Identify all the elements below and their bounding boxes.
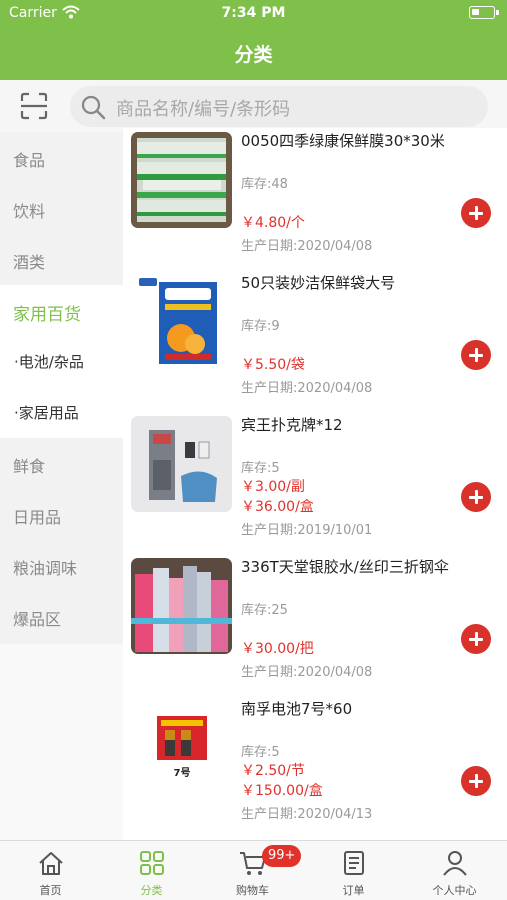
product-stock: 库存:9 — [241, 319, 280, 334]
status-bar: Carrier 7:34 PM — [0, 0, 507, 28]
order-icon — [344, 851, 364, 875]
product-card[interactable]: 336T天堂银胶水/丝印三折钢伞 库存:25 ￥30.00/把 生产日期:202… — [123, 554, 507, 696]
product-date: 生产日期:2019/10/01 — [241, 523, 373, 538]
category-label: 食品 — [13, 151, 46, 170]
category-item-fresh[interactable]: 鲜食 — [0, 438, 123, 489]
search-placeholder: 商品名称/编号/条形码 — [116, 99, 291, 120]
search-row: 商品名称/编号/条形码 — [0, 80, 507, 132]
category-label: 酒类 — [13, 253, 46, 272]
scan-icon[interactable] — [20, 92, 48, 120]
category-item-household[interactable]: 家用百货 — [0, 285, 123, 336]
category-label: 粮油调味 — [13, 559, 78, 578]
header-bar: Carrier 7:34 PM 分类 — [0, 0, 507, 80]
category-item-drinks[interactable]: 饮料 — [0, 183, 123, 234]
sidebar-empty-area — [0, 644, 123, 840]
bottom-tab-bar: 首页 分类 99+ 购物车 订单 个人中心 — [0, 840, 507, 900]
grid-icon — [140, 851, 164, 875]
product-price: ￥2.50/节 — [241, 763, 305, 779]
subcategory-label: ·家居用品 — [14, 404, 79, 422]
subcategory-label: ·电池/杂品 — [14, 353, 84, 371]
add-to-cart-button[interactable] — [461, 624, 491, 654]
product-stock: 库存:48 — [241, 177, 288, 192]
svg-text:7号: 7号 — [174, 767, 191, 779]
tab-orders[interactable]: 订单 — [303, 841, 404, 900]
add-to-cart-button[interactable] — [461, 766, 491, 796]
tab-category[interactable]: 分类 — [101, 841, 202, 900]
category-sidebar: 食品 饮料 酒类 家用百货 ·电池/杂品 ·家居用品 鲜食 日用品 粮油调味 爆… — [0, 132, 123, 644]
product-stock: 库存:5 — [241, 461, 280, 476]
category-item-food[interactable]: 食品 — [0, 132, 123, 183]
product-date: 生产日期:2020/04/08 — [241, 665, 373, 680]
tab-home[interactable]: 首页 — [0, 841, 101, 900]
product-box-price: ￥150.00/盒 — [241, 783, 323, 799]
product-name: 宾王扑克牌*12 — [241, 416, 343, 434]
category-label: 爆品区 — [13, 610, 62, 629]
product-box-price: ￥36.00/盒 — [241, 499, 314, 515]
product-stock: 库存:5 — [241, 745, 280, 760]
product-card[interactable]: 0050四季绿康保鲜膜30*30米 库存:48 ￥4.80/个 生产日期:202… — [123, 128, 507, 270]
category-item-daily[interactable]: 日用品 — [0, 489, 123, 540]
person-icon — [443, 851, 467, 876]
product-name: 南孚电池7号*60 — [241, 700, 353, 718]
product-image-batteries: 7号 — [131, 700, 232, 796]
cart-count-badge: 99+ — [262, 845, 302, 867]
tab-label: 首页 — [39, 884, 62, 897]
category-label: 家用百货 — [13, 305, 81, 325]
category-label: 日用品 — [13, 508, 62, 527]
product-date: 生产日期:2020/04/13 — [241, 807, 373, 822]
product-date: 生产日期:2020/04/08 — [241, 239, 373, 254]
product-name: 0050四季绿康保鲜膜30*30米 — [241, 132, 445, 150]
product-date: 生产日期:2020/04/08 — [241, 381, 373, 396]
product-image-cling-film — [131, 132, 232, 228]
product-image-playing-cards — [131, 416, 232, 512]
product-price: ￥3.00/副 — [241, 479, 305, 495]
product-image-umbrellas — [131, 558, 232, 654]
battery-icon — [469, 6, 499, 19]
product-stock: 库存:25 — [241, 603, 288, 618]
add-to-cart-button[interactable] — [461, 198, 491, 228]
product-card[interactable]: 7号 南孚电池7号*60 库存:5 ￥2.50/节 ￥150.00/盒 生产日期… — [123, 696, 507, 838]
search-input[interactable]: 商品名称/编号/条形码 — [70, 86, 488, 127]
category-item-alcohol[interactable]: 酒类 — [0, 234, 123, 285]
subcategory-item-home-goods[interactable]: ·家居用品 — [0, 387, 123, 438]
product-price: ￥4.80/个 — [241, 215, 305, 231]
tab-profile[interactable]: 个人中心 — [404, 841, 505, 900]
category-item-hot-items[interactable]: 爆品区 — [0, 591, 123, 642]
tab-label: 分类 — [140, 884, 163, 897]
page-title: 分类 — [234, 44, 273, 66]
category-item-grain-oil[interactable]: 粮油调味 — [0, 540, 123, 591]
tab-label: 个人中心 — [432, 884, 477, 897]
add-to-cart-button[interactable] — [461, 340, 491, 370]
product-image-fresh-bags — [131, 274, 232, 370]
product-name: 50只装妙洁保鲜袋大号 — [241, 274, 396, 292]
status-time: 7:34 PM — [221, 5, 286, 21]
product-price: ￥30.00/把 — [241, 641, 314, 657]
category-label: 饮料 — [13, 202, 46, 221]
tab-label: 购物车 — [236, 884, 269, 897]
category-label: 鲜食 — [13, 457, 46, 476]
home-icon — [39, 852, 63, 875]
tab-label: 订单 — [342, 884, 365, 897]
subcategory-item-batteries[interactable]: ·电池/杂品 — [0, 336, 123, 387]
product-card[interactable]: 宾王扑克牌*12 库存:5 ￥3.00/副 ￥36.00/盒 生产日期:2019… — [123, 412, 507, 554]
add-to-cart-button[interactable] — [461, 482, 491, 512]
search-icon — [81, 95, 106, 120]
tab-cart[interactable]: 99+ 购物车 — [202, 841, 303, 900]
product-name: 336T天堂银胶水/丝印三折钢伞 — [241, 558, 449, 576]
app-root: Carrier 7:34 PM 分类 商品名称/编号/条形码 食品 饮料 酒类 … — [0, 0, 507, 900]
product-price: ￥5.50/袋 — [241, 357, 305, 373]
product-card[interactable]: 50只装妙洁保鲜袋大号 库存:9 ￥5.50/袋 生产日期:2020/04/08 — [123, 270, 507, 412]
